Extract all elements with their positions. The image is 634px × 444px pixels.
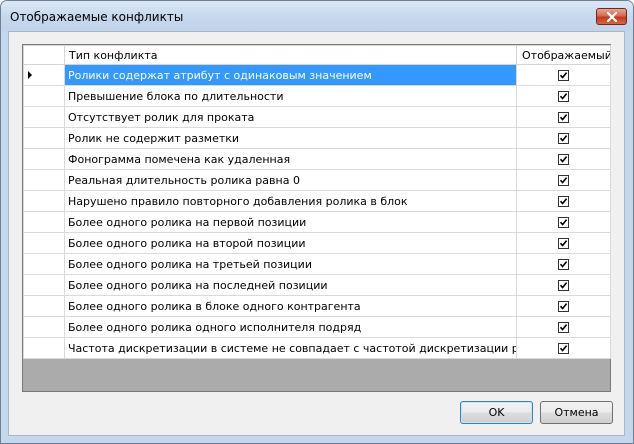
conflict-type-cell[interactable]: Более одного ролика на третьей позиции: [64, 253, 517, 275]
table-row[interactable]: Превышение блока по длительности: [23, 85, 611, 107]
check-icon: [559, 177, 568, 184]
visible-checkbox[interactable]: [558, 91, 569, 102]
check-icon: [559, 303, 568, 310]
visible-cell: [516, 127, 611, 149]
table-row[interactable]: Отсутствует ролик для проката: [23, 106, 611, 128]
visible-checkbox[interactable]: [558, 301, 569, 312]
cancel-button[interactable]: Отмена: [540, 401, 613, 424]
visible-cell: [516, 253, 611, 275]
visible-checkbox[interactable]: [558, 196, 569, 207]
row-header[interactable]: [23, 316, 65, 338]
visible-checkbox[interactable]: [558, 154, 569, 165]
visible-cell: [516, 64, 611, 86]
check-icon: [559, 72, 568, 79]
visible-cell: [516, 85, 611, 107]
visible-checkbox[interactable]: [558, 238, 569, 249]
visible-cell: [516, 190, 611, 212]
check-icon: [559, 156, 568, 163]
conflict-type-cell[interactable]: Более одного ролика на второй позиции: [64, 232, 517, 254]
check-icon: [559, 114, 568, 121]
visible-checkbox[interactable]: [558, 217, 569, 228]
table-row[interactable]: Ролик не содержит разметки: [23, 127, 611, 149]
visible-cell: [516, 211, 611, 233]
table-row[interactable]: Более одного ролика на второй позиции: [23, 232, 611, 254]
check-icon: [559, 282, 568, 289]
visible-checkbox[interactable]: [558, 343, 569, 354]
row-header[interactable]: [23, 169, 65, 191]
visible-cell: [516, 316, 611, 338]
close-button[interactable]: [596, 8, 627, 25]
conflict-type-cell[interactable]: Реальная длительность ролика равна 0: [64, 169, 517, 191]
conflict-type-cell[interactable]: Ролик не содержит разметки: [64, 127, 517, 149]
conflict-type-cell[interactable]: Более одного ролика на последней позиции: [64, 274, 517, 296]
conflict-type-cell[interactable]: Более одного ролика одного исполнителя п…: [64, 316, 517, 338]
table-row[interactable]: Более одного ролика на последней позиции: [23, 274, 611, 296]
row-header[interactable]: [23, 295, 65, 317]
check-icon: [559, 135, 568, 142]
table-row[interactable]: Частота дискретизации в системе не совпа…: [23, 337, 611, 359]
current-row-arrow-icon: [28, 71, 32, 79]
column-header-conflict-type[interactable]: Тип конфликта: [64, 45, 517, 65]
conflict-type-cell[interactable]: Нарушено правило повторного добавления р…: [64, 190, 517, 212]
visible-checkbox[interactable]: [558, 133, 569, 144]
visible-checkbox[interactable]: [558, 322, 569, 333]
conflict-type-cell[interactable]: Более одного ролика в блоке одного контр…: [64, 295, 517, 317]
row-header[interactable]: [23, 274, 65, 296]
table-row[interactable]: Более одного ролика в блоке одного контр…: [23, 295, 611, 317]
conflict-type-cell[interactable]: Превышение блока по длительности: [64, 85, 517, 107]
visible-cell: [516, 232, 611, 254]
visible-cell: [516, 295, 611, 317]
visible-checkbox[interactable]: [558, 112, 569, 123]
visible-cell: [516, 274, 611, 296]
table-row[interactable]: Ролики содержат атрибут с одинаковым зна…: [23, 64, 611, 86]
table-row[interactable]: Нарушено правило повторного добавления р…: [23, 190, 611, 212]
table-row[interactable]: Более одного ролика на первой позиции: [23, 211, 611, 233]
visible-checkbox[interactable]: [558, 259, 569, 270]
row-header[interactable]: [23, 106, 65, 128]
check-icon: [559, 240, 568, 247]
title-bar[interactable]: Отображаемые конфликты: [1, 1, 633, 31]
visible-checkbox[interactable]: [558, 280, 569, 291]
grid-header-row: Тип конфликта Отображаемый: [23, 45, 611, 65]
visible-cell: [516, 106, 611, 128]
check-icon: [559, 198, 568, 205]
row-header[interactable]: [23, 85, 65, 107]
column-header-visible[interactable]: Отображаемый: [516, 45, 611, 65]
visible-checkbox[interactable]: [558, 175, 569, 186]
visible-cell: [516, 148, 611, 170]
check-icon: [559, 324, 568, 331]
row-header[interactable]: [23, 190, 65, 212]
row-header[interactable]: [23, 127, 65, 149]
check-icon: [559, 345, 568, 352]
table-row[interactable]: Фонограмма помечена как удаленная: [23, 148, 611, 170]
visible-cell: [516, 169, 611, 191]
dialog-window: Отображаемые конфликты Тип конфликта Ото: [0, 0, 634, 444]
conflict-type-cell[interactable]: Ролики содержат атрибут с одинаковым зна…: [64, 64, 517, 86]
row-header[interactable]: [23, 148, 65, 170]
conflict-type-cell[interactable]: Фонограмма помечена как удаленная: [64, 148, 517, 170]
table-row[interactable]: Реальная длительность ролика равна 0: [23, 169, 611, 191]
conflicts-table: Тип конфликта Отображаемый Ролики содерж…: [23, 45, 611, 359]
check-icon: [559, 261, 568, 268]
window-title: Отображаемые конфликты: [10, 10, 184, 24]
row-header[interactable]: [23, 253, 65, 275]
visible-cell: [516, 337, 611, 359]
ok-button[interactable]: OK: [460, 401, 533, 424]
check-icon: [559, 93, 568, 100]
row-header[interactable]: [23, 337, 65, 359]
visible-checkbox[interactable]: [558, 70, 569, 81]
row-header[interactable]: [23, 64, 65, 86]
row-header-corner: [23, 45, 65, 65]
dialog-client-area: Тип конфликта Отображаемый Ролики содерж…: [8, 31, 625, 436]
check-icon: [559, 219, 568, 226]
conflicts-grid[interactable]: Тип конфликта Отображаемый Ролики содерж…: [22, 44, 611, 392]
row-header[interactable]: [23, 232, 65, 254]
conflict-type-cell[interactable]: Частота дискретизации в системе не совпа…: [64, 337, 517, 359]
conflict-type-cell[interactable]: Более одного ролика на первой позиции: [64, 211, 517, 233]
table-row[interactable]: Более одного ролика на третьей позиции: [23, 253, 611, 275]
close-icon: [606, 12, 618, 22]
table-row[interactable]: Более одного ролика одного исполнителя п…: [23, 316, 611, 338]
conflict-type-cell[interactable]: Отсутствует ролик для проката: [64, 106, 517, 128]
row-header[interactable]: [23, 211, 65, 233]
